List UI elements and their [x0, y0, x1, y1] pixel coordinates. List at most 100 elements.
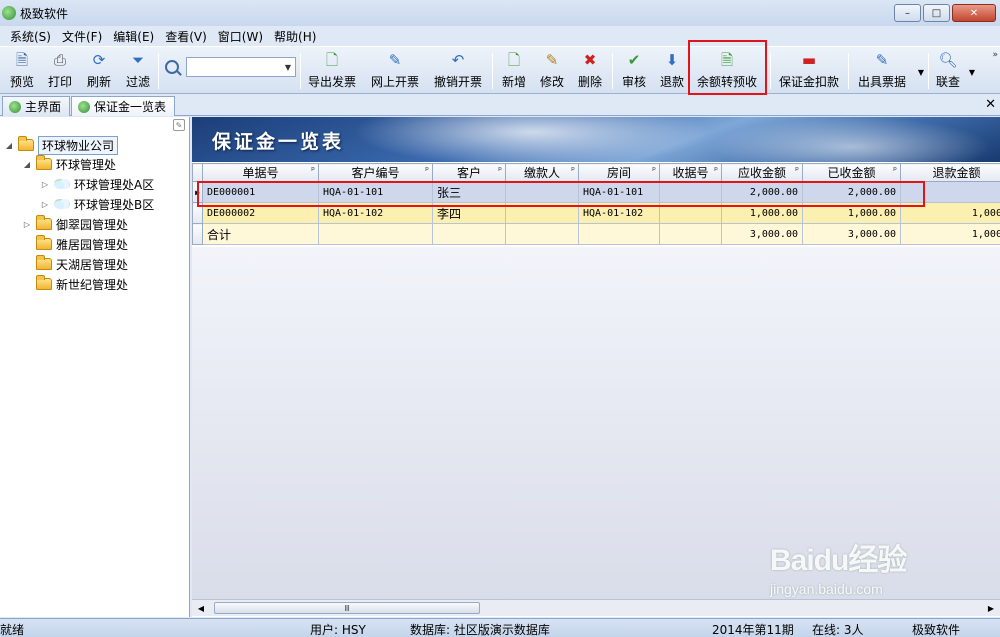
- column-header-room[interactable]: 房间 ᵖ: [578, 163, 660, 182]
- column-header-amount-received[interactable]: 已收金额 ᵖ: [802, 163, 901, 182]
- cell-doc-no[interactable]: DE000002: [202, 202, 319, 224]
- cell-room[interactable]: HQA-01-102: [578, 202, 660, 224]
- column-header-receipt-no[interactable]: 收据号 ᵖ: [659, 163, 722, 182]
- menu-view[interactable]: 查看(V): [165, 28, 207, 45]
- cell-receipt-no[interactable]: [659, 181, 722, 203]
- column-header-customer[interactable]: 客户 ᵖ: [432, 163, 506, 182]
- expand-icon[interactable]: ▷: [40, 200, 50, 209]
- chevron-down-icon: ▼: [968, 68, 976, 77]
- close-button[interactable]: ✕: [952, 4, 996, 22]
- menu-system[interactable]: 系统(S): [10, 28, 51, 45]
- online-invoice-button[interactable]: ✎ 网上开票: [371, 50, 419, 92]
- column-header-customer-no[interactable]: 客户编号 ᵖ: [318, 163, 433, 182]
- checkmark-icon: ✔: [627, 50, 641, 69]
- menu-window[interactable]: 窗口(W): [218, 28, 263, 45]
- linked-query-button[interactable]: 🔍︎ 联查: [936, 50, 960, 92]
- column-header-refund-amount[interactable]: 退款金额: [900, 163, 1000, 182]
- menu-help[interactable]: 帮助(H): [274, 28, 316, 45]
- refund-button[interactable]: ⬇ 退款: [660, 50, 684, 92]
- toolbar-separator: [492, 53, 493, 89]
- toolbar-overflow-icon[interactable]: »: [992, 50, 998, 60]
- filter-button[interactable]: ⏷ 过滤: [126, 50, 150, 92]
- cell-customer-no[interactable]: HQA-01-102: [318, 202, 433, 224]
- collapse-icon[interactable]: ◢: [22, 160, 32, 169]
- cell-amount-received[interactable]: 2,000.00: [802, 181, 901, 203]
- cell-customer[interactable]: 李四: [432, 202, 506, 224]
- expand-icon[interactable]: ▷: [22, 220, 32, 229]
- print-button[interactable]: ⎙ 打印: [48, 50, 72, 92]
- expand-icon[interactable]: ▷: [40, 180, 50, 189]
- menu-file[interactable]: 文件(F): [62, 28, 102, 45]
- edit-doc-icon: ✎: [388, 50, 402, 69]
- preview-button[interactable]: 🗎 预览: [10, 50, 34, 92]
- scroll-left-icon[interactable]: ◀: [194, 601, 208, 615]
- cell-amount-due[interactable]: 2,000.00: [721, 181, 803, 203]
- column-header-payer[interactable]: 缴款人 ᵖ: [505, 163, 579, 182]
- table-row[interactable]: ▶ DE000001 HQA-01-101 张三 HQA-01-101 2,00…: [192, 181, 1000, 203]
- close-tab-icon[interactable]: ✕: [985, 97, 996, 112]
- cell-payer[interactable]: [505, 202, 579, 224]
- tree-node-huanqiu-a[interactable]: ▷ 环球管理处A区: [40, 175, 154, 193]
- export-invoice-button[interactable]: 🗋 导出发票: [308, 50, 356, 92]
- pin-icon[interactable]: ✎: [173, 119, 185, 131]
- status-bar: 就绪 用户: HSY 数据库: 社区版演示数据库 2014年第11期 在线: 3…: [0, 618, 1000, 637]
- cell-refund-amount[interactable]: 1,000.: [900, 202, 1000, 224]
- refresh-button[interactable]: ⟳ 刷新: [87, 50, 111, 92]
- edit-button[interactable]: ✎ 修改: [540, 50, 564, 92]
- maximize-button[interactable]: □: [923, 4, 950, 22]
- tree-node-yucuiyuan[interactable]: ▷ 御翠园管理处: [22, 215, 128, 233]
- collapse-icon[interactable]: ◢: [4, 141, 14, 150]
- pin-icon[interactable]: ᵖ: [714, 166, 718, 176]
- tree-node-tianhuju[interactable]: 天湖居管理处: [22, 255, 128, 273]
- cell-receipt-no[interactable]: [659, 202, 722, 224]
- cell-doc-no[interactable]: DE000001: [202, 181, 319, 203]
- cell-refund-amount[interactable]: [900, 181, 1000, 203]
- tab-home[interactable]: 主界面: [2, 96, 71, 116]
- pin-icon[interactable]: ᵖ: [652, 166, 656, 176]
- title-bar: 极致软件 – □ ✕: [0, 0, 1000, 26]
- preview-icon: 🗎: [15, 50, 29, 69]
- column-header-amount-due[interactable]: 应收金额 ᵖ: [721, 163, 803, 182]
- cell-customer[interactable]: 张三: [432, 181, 506, 203]
- menu-bar: 系统(S) 文件(F) 编辑(E) 查看(V) 窗口(W) 帮助(H): [0, 26, 1000, 46]
- toolbar-separator: [770, 53, 771, 89]
- tree-node-root[interactable]: ◢ 环球物业公司: [4, 135, 119, 155]
- chevron-down-icon[interactable]: ▼: [281, 58, 295, 76]
- table-row[interactable]: DE000002 HQA-01-102 李四 HQA-01-102 1,000.…: [192, 202, 1000, 224]
- annotation-highlight-button: [688, 40, 767, 95]
- cell-amount-due[interactable]: 1,000.00: [721, 202, 803, 224]
- minimize-button[interactable]: –: [894, 4, 921, 22]
- delete-button[interactable]: ✖ 删除: [578, 50, 602, 92]
- cancel-invoice-button[interactable]: ↶ 撤销开票: [434, 50, 482, 92]
- horizontal-scrollbar[interactable]: ◀ Ⅲ ▶: [192, 599, 1000, 616]
- tree-node-huanqiu[interactable]: ◢ 环球管理处: [22, 155, 116, 173]
- column-header-doc-no[interactable]: 单据号 ᵖ: [202, 163, 319, 182]
- pin-icon[interactable]: ᵖ: [425, 166, 429, 176]
- scroll-right-icon[interactable]: ▶: [984, 601, 998, 615]
- total-amount-received: 3,000.00: [802, 223, 901, 245]
- pin-icon[interactable]: ᵖ: [571, 166, 575, 176]
- pin-icon[interactable]: ᵖ: [311, 166, 315, 176]
- tree-node-huanqiu-b[interactable]: ▷ 环球管理处B区: [40, 195, 154, 213]
- tree-node-yajuyuan[interactable]: 雅居园管理处: [22, 235, 128, 253]
- cell-room[interactable]: HQA-01-101: [578, 181, 660, 203]
- cell-customer-no[interactable]: HQA-01-101: [318, 181, 433, 203]
- audit-button[interactable]: ✔ 审核: [622, 50, 646, 92]
- cell-payer[interactable]: [505, 181, 579, 203]
- scroll-thumb[interactable]: Ⅲ: [214, 602, 480, 614]
- issue-bill-button[interactable]: ✎ 出具票据: [858, 50, 906, 92]
- menu-edit[interactable]: 编辑(E): [113, 28, 154, 45]
- pin-icon[interactable]: ᵖ: [498, 166, 502, 176]
- pin-icon[interactable]: ᵖ: [795, 166, 799, 176]
- pin-icon[interactable]: ᵖ: [893, 166, 897, 176]
- toolbar-separator: [158, 53, 159, 89]
- home-tab-icon: [9, 100, 21, 113]
- watermark-url: jingyan.baidu.com: [770, 581, 883, 597]
- tab-deposit-list[interactable]: 保证金一览表: [71, 96, 176, 116]
- tree-node-xinshiji[interactable]: 新世纪管理处: [22, 275, 128, 293]
- search-combo[interactable]: ▼: [186, 57, 296, 77]
- deposit-deduct-button[interactable]: ▬ 保证金扣款: [779, 50, 839, 92]
- cell-amount-received[interactable]: 1,000.00: [802, 202, 901, 224]
- folder-open-icon: [18, 136, 34, 151]
- add-button[interactable]: 🗋 新增: [502, 50, 526, 92]
